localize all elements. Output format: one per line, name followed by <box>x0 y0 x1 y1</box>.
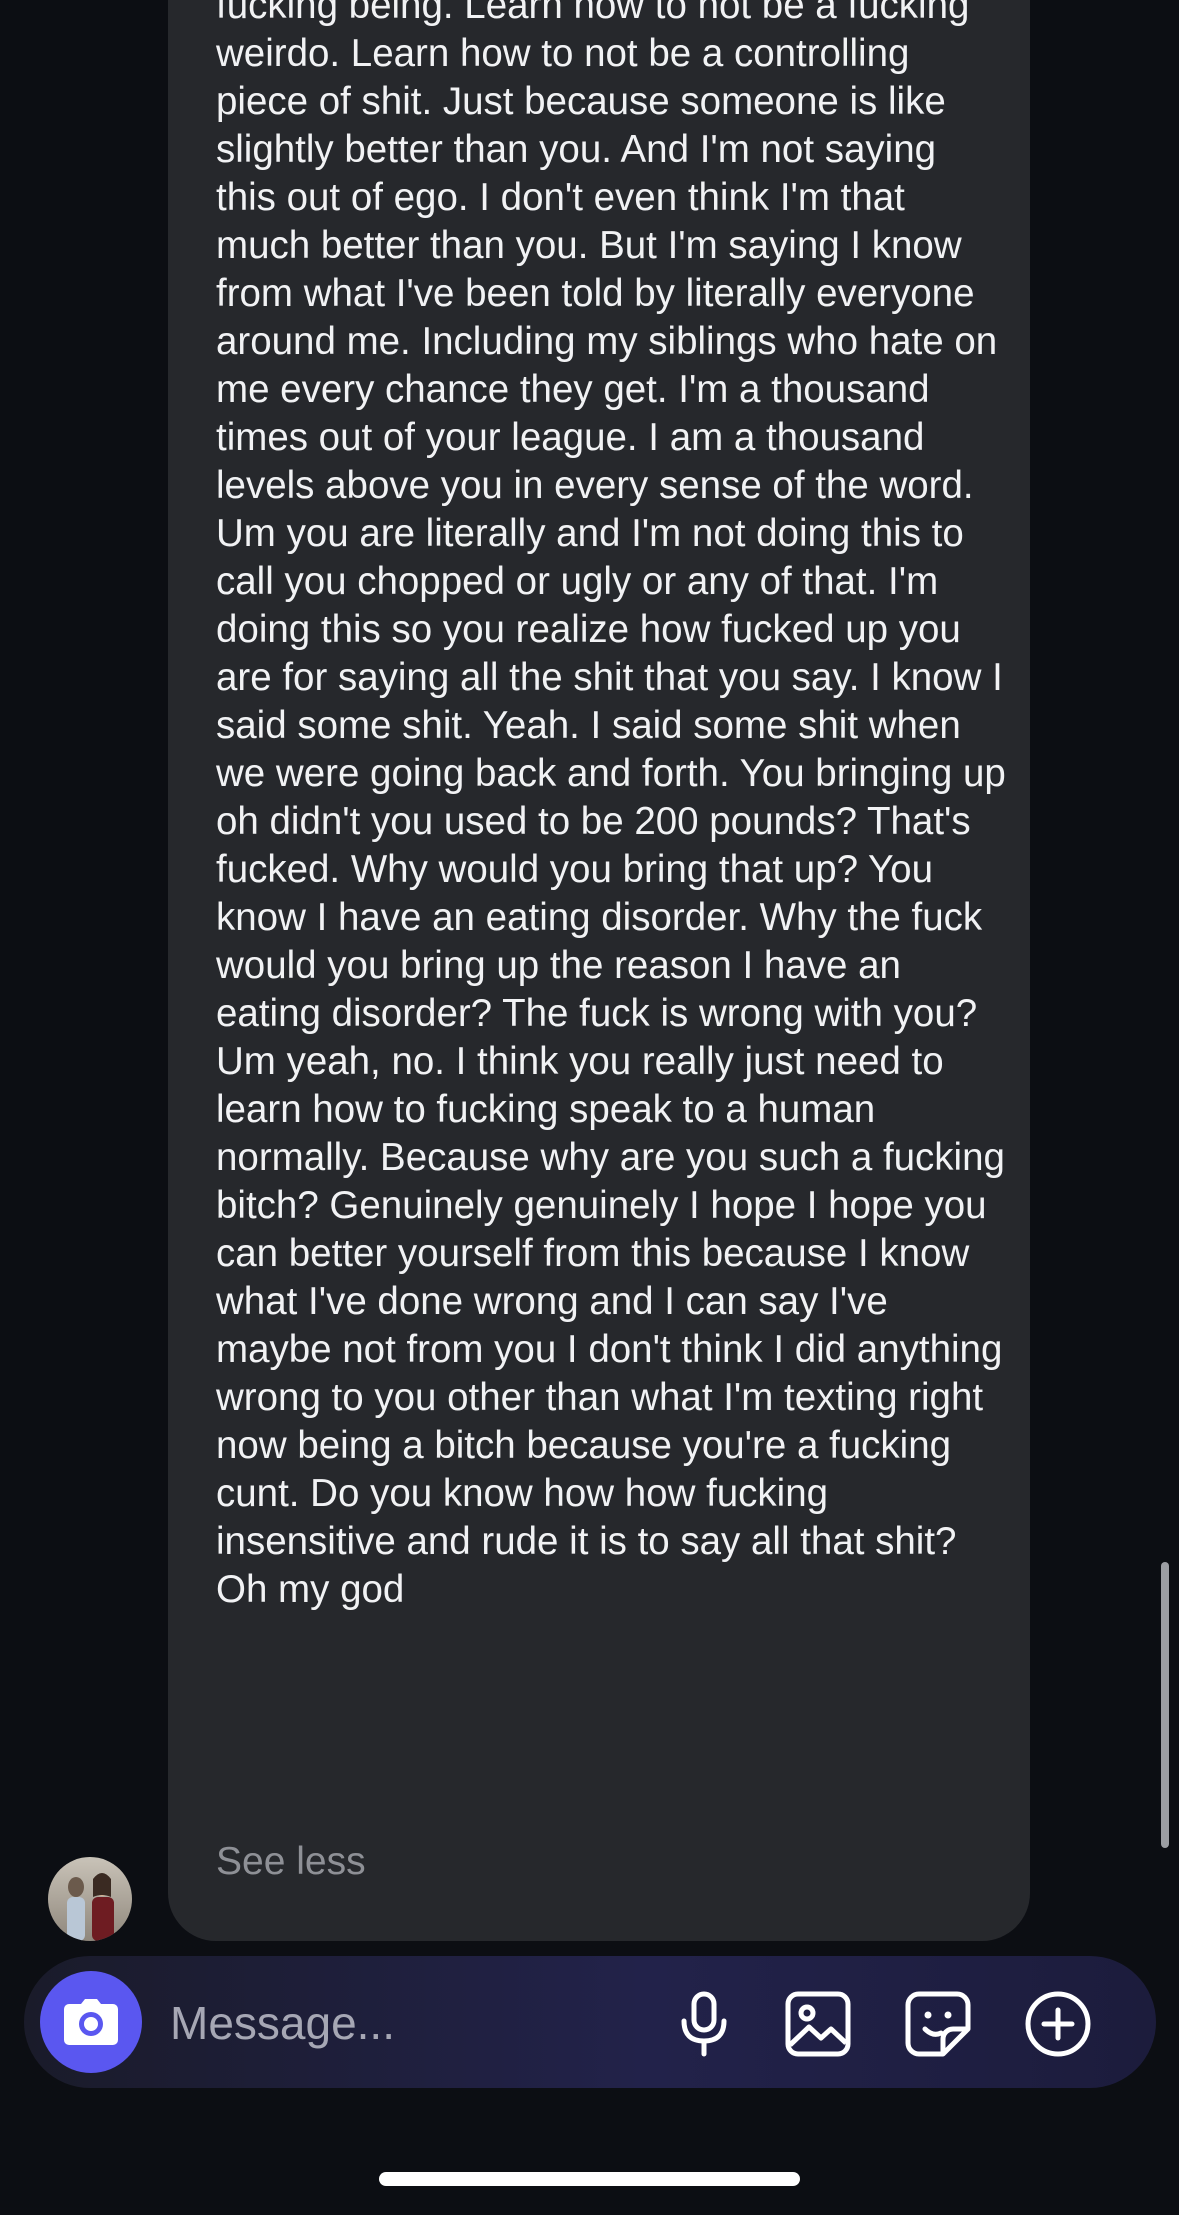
microphone-button[interactable] <box>668 1988 740 2060</box>
gallery-button[interactable] <box>782 1988 854 2060</box>
image-icon <box>785 1991 851 2057</box>
home-indicator[interactable] <box>379 2172 800 2186</box>
camera-icon <box>64 1999 118 2045</box>
more-button[interactable] <box>1022 1988 1094 2060</box>
scrollbar[interactable] <box>1161 1562 1169 1848</box>
received-message-bubble[interactable]: fucking being. Learn how to not be a fuc… <box>168 0 1030 1941</box>
microphone-icon <box>681 1991 727 2057</box>
camera-button[interactable] <box>40 1971 142 2073</box>
message-text: fucking being. Learn how to not be a fuc… <box>216 0 1017 1611</box>
message-composer <box>24 1956 1156 2088</box>
plus-circle-icon <box>1025 1991 1091 2057</box>
avatar[interactable] <box>48 1857 132 1941</box>
see-less-link[interactable]: See less <box>216 1838 366 1886</box>
message-thread[interactable]: fucking being. Learn how to not be a fuc… <box>0 0 1179 1950</box>
sticker-icon <box>905 1991 971 2057</box>
sticker-button[interactable] <box>902 1988 974 2060</box>
dm-screen: fucking being. Learn how to not be a fuc… <box>0 0 1179 2215</box>
avatar-photo <box>48 1857 132 1941</box>
message-input[interactable] <box>168 1992 652 2054</box>
